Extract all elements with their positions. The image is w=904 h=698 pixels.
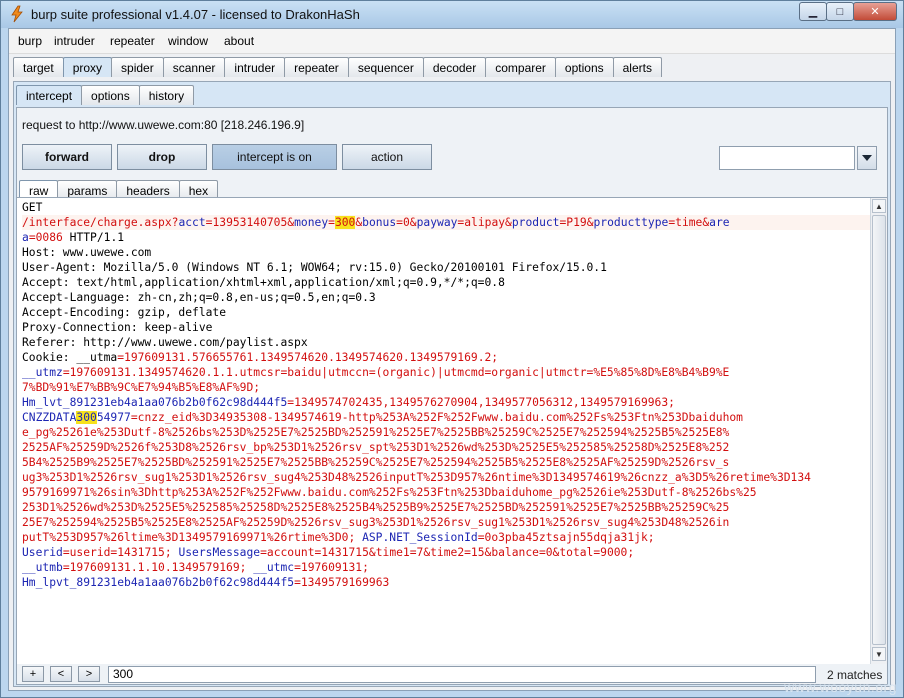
proxy-panel: intercept options history request to htt… (13, 81, 891, 687)
request-line: Accept: text/html,application/xhtml+xml,… (22, 276, 505, 289)
combo-dropdown-button[interactable] (857, 146, 877, 170)
chevron-down-icon (862, 155, 872, 161)
tab-intercept[interactable]: intercept (16, 85, 83, 105)
request-line: 2525AF%25259D%2526f%253D8%2526rsv_bp%253… (22, 441, 730, 454)
request-line: 5B4%2525B9%2525E7%2525BD%252591%2525E7%2… (22, 456, 730, 469)
scroll-down-arrow-icon[interactable]: ▼ (872, 647, 886, 661)
request-editor[interactable]: GET /interface/charge.aspx?acct=13953140… (22, 200, 870, 660)
request-line: 25E7%252594%2525B5%2525E8%2525AF%25259D%… (22, 516, 730, 529)
search-options-button[interactable]: + (22, 666, 44, 682)
request-line: __utmz=197609131.1349574620.1.1.utmcsr=b… (22, 366, 730, 379)
request-line: __utmb=197609131.1.10.1349579169; __utmc… (22, 561, 369, 574)
request-line: Accept-Language: zh-cn,zh;q=0.8,en-us;q=… (22, 291, 376, 304)
close-button[interactable]: ✕ (853, 2, 897, 21)
tab-alerts[interactable]: alerts (612, 57, 662, 77)
window-controls: ▁ □ ✕ (799, 2, 897, 21)
scroll-thumb[interactable] (872, 215, 886, 645)
action-button[interactable]: action (342, 144, 432, 170)
combo-input[interactable] (719, 146, 855, 170)
request-line: Cookie: __utma=197609131.576655761.13495… (22, 351, 499, 364)
search-match: 300 (76, 411, 97, 424)
search-match: 300 (334, 216, 356, 229)
request-line: a=0086 HTTP/1.1 (22, 231, 125, 244)
app-frame: burp intruder repeater window about targ… (8, 28, 896, 691)
tab-proxy-options[interactable]: options (81, 85, 140, 105)
menu-burp[interactable]: burp (18, 34, 42, 48)
scroll-up-arrow-icon[interactable]: ▲ (872, 199, 886, 213)
forward-button[interactable]: forward (22, 144, 112, 170)
request-line: e_pg%25261e%253Dutf-8%2526bs%253D%2525E7… (22, 426, 730, 439)
search-bar: + < > 300 2 matches (17, 664, 887, 684)
tab-target[interactable]: target (13, 57, 64, 77)
search-previous-button[interactable]: < (50, 666, 72, 682)
maximize-button[interactable]: □ (826, 2, 854, 21)
request-line: putT%253D957%26ltime%3D1349579169971%26r… (22, 531, 655, 544)
menu-window[interactable]: window (168, 34, 208, 48)
request-line: Host: www.uwewe.com (22, 246, 152, 259)
request-line: Hm_lpvt_891231eb4a1aa076b2b0f62c98d444f5… (22, 576, 390, 589)
drop-button[interactable]: drop (117, 144, 207, 170)
request-line: 7%BD%91%E7%BB%9C%E7%94%B5%E8%AF%9D; (22, 381, 261, 394)
request-line: Referer: http://www.uwewe.com/paylist.as… (22, 336, 308, 349)
request-line: /interface/charge.aspx?acct=13953140705&… (22, 215, 870, 230)
tab-spider[interactable]: spider (111, 57, 164, 77)
request-line: CNZZDATA30054977=cnzz_eid%3D34935308-134… (22, 411, 743, 424)
request-line: 9579169971%26sin%3Dhttp%253A%252F%252Fww… (22, 486, 757, 499)
menu-repeater[interactable]: repeater (110, 34, 155, 48)
tab-repeater[interactable]: repeater (284, 57, 349, 77)
request-target-label: request to http://www.uwewe.com:80 [218.… (22, 118, 305, 132)
tab-proxy[interactable]: proxy (62, 57, 113, 77)
intercept-toggle-button[interactable]: intercept is on (212, 144, 337, 170)
menu-about[interactable]: about (224, 34, 254, 48)
request-line: Accept-Encoding: gzip, deflate (22, 306, 227, 319)
watermark: www.wooyun.org (784, 679, 897, 695)
tab-options[interactable]: options (554, 57, 614, 77)
tab-decoder[interactable]: decoder (422, 57, 487, 77)
burp-window: burp suite professional v1.4.07 - licens… (0, 0, 904, 698)
request-line: User-Agent: Mozilla/5.0 (Windows NT 6.1;… (22, 261, 607, 274)
intercept-panel: request to http://www.uwewe.com:80 [218.… (16, 107, 888, 685)
tab-intruder[interactable]: intruder (224, 57, 286, 77)
tab-history[interactable]: history (138, 85, 195, 105)
request-line: ug3%253D1%2526rsv_sug1%253D1%2526rsv_sug… (22, 471, 811, 484)
tab-scanner[interactable]: scanner (162, 57, 226, 77)
editor-scrollbar[interactable]: ▲ ▼ (870, 198, 887, 664)
request-line: Hm_lvt_891231eb4a1aa076b2b0f62c98d444f5=… (22, 396, 675, 409)
request-line: Proxy-Connection: keep-alive (22, 321, 213, 334)
action-combo[interactable] (719, 146, 877, 170)
title-bar[interactable]: burp suite professional v1.4.07 - licens… (1, 1, 903, 28)
request-line: Userid=userid=1431715; UsersMessage=acco… (22, 546, 635, 559)
request-line: GET (22, 201, 43, 214)
menu-intruder[interactable]: intruder (54, 34, 95, 48)
search-next-button[interactable]: > (78, 666, 100, 682)
raw-view: GET /interface/charge.aspx?acct=13953140… (17, 197, 887, 664)
minimize-button[interactable]: ▁ (799, 2, 827, 21)
window-title: burp suite professional v1.4.07 - licens… (31, 7, 360, 22)
main-tabs: target proxy spider scanner intruder rep… (13, 57, 662, 78)
burp-logo-icon (11, 5, 23, 23)
menu-bar: burp intruder repeater window about (9, 29, 895, 54)
proxy-tabs: intercept options history (16, 85, 195, 106)
request-line: 253D1%2526wd%253D%2525E5%252585%25258D%2… (22, 501, 730, 514)
search-input[interactable]: 300 (108, 666, 816, 683)
tab-comparer[interactable]: comparer (485, 57, 556, 77)
tab-sequencer[interactable]: sequencer (347, 57, 424, 77)
